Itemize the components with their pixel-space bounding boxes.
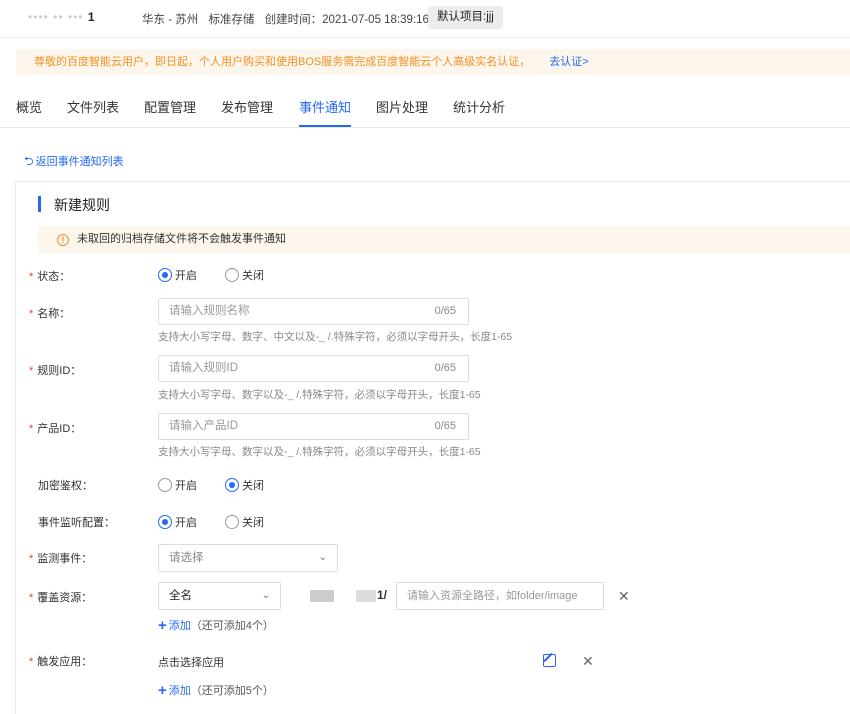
created-time-text: 创建时间：2021-07-05 18:39:16 (264, 14, 429, 26)
radio-unchecked-icon (225, 515, 239, 529)
bucket-meta: 华东 - 苏州 标准存储 创建时间：2021-07-05 18:39:16 (142, 11, 436, 27)
encrypt-auth-off-radio[interactable]: 关闭 (225, 477, 264, 493)
radio-unchecked-icon (158, 478, 172, 492)
product-id-input[interactable]: 请输入产品ID 0/65 (158, 413, 469, 440)
remove-app-icon[interactable]: ✕ (582, 653, 594, 670)
tab-overview[interactable]: 概览 (16, 97, 42, 116)
verify-link[interactable]: 去认证> (549, 56, 588, 68)
resource-mode-select[interactable]: 全名 ⌄ (158, 582, 281, 610)
warning-icon: ! (57, 234, 69, 246)
plus-icon: + (158, 682, 167, 699)
plus-icon: + (158, 617, 167, 634)
resource-path-input[interactable]: 请输入资源全路径，如folder/image (396, 582, 604, 610)
add-resource-button[interactable]: + 添加（还可添加4个） (158, 617, 274, 634)
archive-warning-text: 未取回的归档存储文件将不会触发事件通知 (77, 233, 286, 245)
section-title: 新建规则 (54, 197, 110, 213)
radio-checked-icon (158, 268, 172, 282)
bucket-name: •••• •• ••• 1 (28, 10, 96, 24)
project-tag[interactable]: 默认项目:jjj (428, 6, 503, 29)
bucket-tabs: 概览 文件列表 配置管理 发布管理 事件通知 图片处理 统计分析 (0, 88, 850, 128)
tab-publish[interactable]: 发布管理 (221, 97, 273, 116)
chevron-down-icon: ⌄ (261, 590, 270, 601)
radio-unchecked-icon (225, 268, 239, 282)
select-app-text[interactable]: 点击选择应用 (158, 654, 224, 670)
tab-file-list[interactable]: 文件列表 (67, 97, 119, 116)
product-id-label: * 产品ID： (29, 423, 82, 435)
bucket-header: •••• •• ••• 1 华东 - 苏州 标准存储 创建时间：2021-07-… (0, 0, 850, 38)
bucket-name-masked: •••• •• ••• (28, 10, 84, 24)
name-hint: 支持大小写字母、数字、中文以及-_ /.特殊字符，必须以字母开头，长度1-65 (158, 331, 513, 343)
chevron-down-icon: ⌄ (318, 552, 327, 563)
status-off-radio[interactable]: 关闭 (225, 267, 264, 283)
encrypt-auth-on-radio[interactable]: 开启 (158, 477, 197, 493)
section-title-bar (38, 196, 41, 212)
encrypt-auth-label: 加密鉴权： (38, 480, 93, 492)
radio-checked-icon (225, 478, 239, 492)
event-listen-on-radio[interactable]: 开启 (158, 514, 197, 530)
tab-image-processing[interactable]: 图片处理 (376, 97, 428, 116)
masked-prefix-2 (356, 590, 376, 602)
trigger-app-label: * 触发应用： (29, 656, 93, 668)
back-link-label: 返回事件通知列表 (35, 156, 124, 168)
rule-id-hint: 支持大小写字母、数字以及-_ /.特殊字符，必须以字母开头，长度1-65 (158, 389, 481, 401)
storage-class-text: 标准存储 (208, 14, 255, 26)
event-listen-off-radio[interactable]: 关闭 (225, 514, 264, 530)
return-arrow-icon: ⮌ (24, 154, 34, 168)
resource-prefix-tail: 1/ (377, 588, 388, 602)
status-on-radio[interactable]: 开启 (158, 267, 197, 283)
monitor-event-select[interactable]: 请选择 ⌄ (158, 544, 338, 572)
back-to-list-link[interactable]: ⮌ 返回事件通知列表 (24, 152, 124, 173)
monitor-event-label: * 监测事件： (29, 553, 93, 565)
name-input[interactable]: 请输入规则名称 0/65 (158, 298, 469, 325)
region-text: 华东 - 苏州 (142, 14, 199, 26)
tab-event-notification[interactable]: 事件通知 (299, 97, 351, 116)
radio-checked-icon (158, 515, 172, 529)
remove-resource-icon[interactable]: ✕ (618, 588, 630, 605)
masked-prefix (310, 590, 334, 602)
verification-notice: 尊敬的百度智能云用户，即日起，个人用户购买和使用BOS服务需完成百度智能云个人高… (16, 49, 850, 75)
event-listen-label: 事件监听配置： (38, 517, 115, 529)
name-char-count: 0/65 (434, 305, 456, 317)
archive-warning: ! 未取回的归档存储文件将不会触发事件通知 (38, 226, 850, 253)
product-id-hint: 支持大小写字母、数字以及-_ /.特殊字符，必须以字母开头，长度1-65 (158, 446, 481, 458)
edit-icon[interactable] (543, 654, 556, 667)
notice-text: 尊敬的百度智能云用户，即日起，个人用户购买和使用BOS服务需完成百度智能云个人高… (34, 56, 531, 68)
rule-id-label: * 规则ID： (29, 365, 82, 377)
add-app-button[interactable]: + 添加（还可添加5个） (158, 682, 274, 699)
rule-id-input[interactable]: 请输入规则ID 0/65 (158, 355, 469, 382)
tab-config[interactable]: 配置管理 (144, 97, 196, 116)
product-id-char-count: 0/65 (434, 420, 456, 432)
bucket-name-tail: 1 (87, 10, 96, 24)
resource-label: * 覆盖资源： (29, 592, 93, 604)
active-tab-indicator (299, 125, 351, 127)
tab-statistics[interactable]: 统计分析 (453, 97, 505, 116)
name-label: * 名称： (29, 308, 71, 320)
rule-id-char-count: 0/65 (434, 362, 456, 374)
status-label: * 状态： (29, 271, 71, 283)
